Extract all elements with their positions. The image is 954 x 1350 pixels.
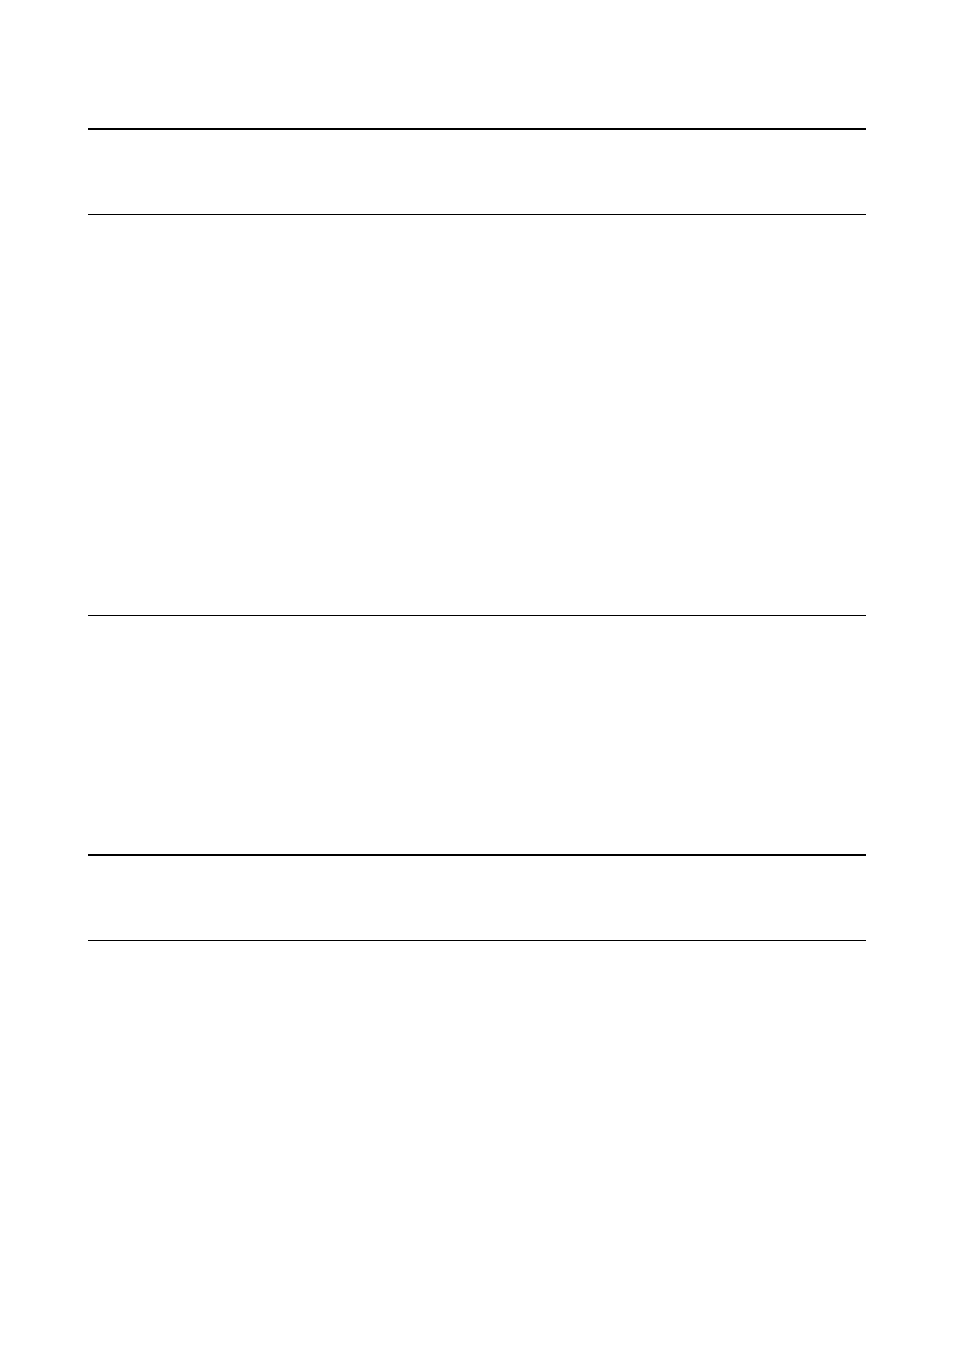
top-thick-rule — [88, 128, 866, 130]
middle-thin-rule — [88, 615, 866, 616]
upper-thin-rule — [88, 214, 866, 215]
document-page — [0, 0, 954, 1350]
bottom-thin-rule — [88, 940, 866, 941]
lower-thick-rule — [88, 854, 866, 856]
